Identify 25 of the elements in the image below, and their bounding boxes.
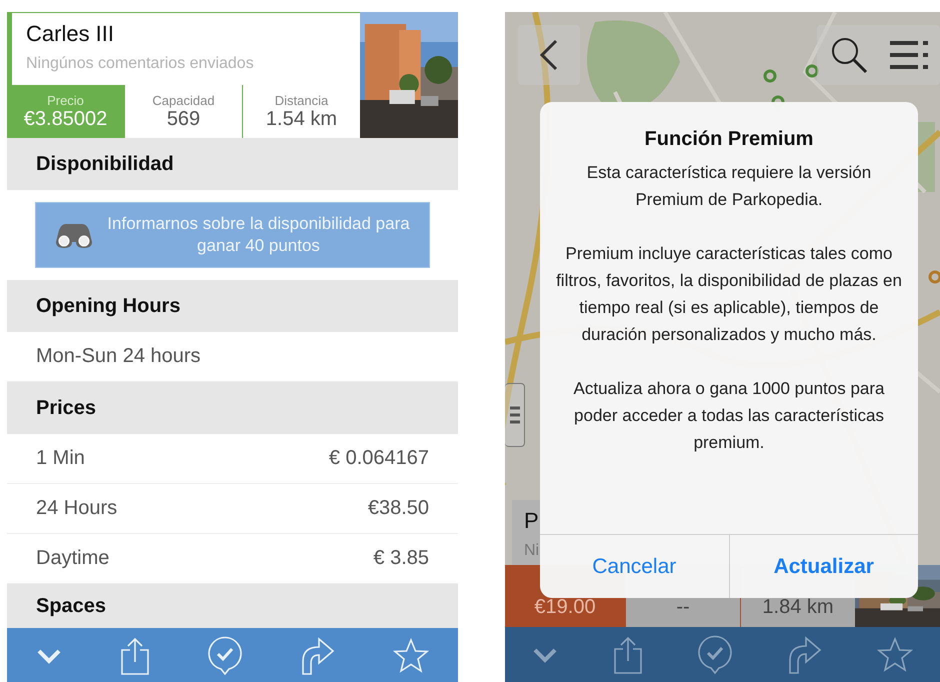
row-value: € 0.064167 — [328, 447, 429, 470]
row-value: € 3.85 — [373, 547, 429, 570]
turn-arrow-icon[interactable] — [788, 636, 822, 674]
row-value: €38.50 — [368, 497, 429, 520]
stat-label: Distancia — [274, 92, 328, 108]
row-label: Daytime — [36, 547, 110, 570]
comments-text: Ningúnos comentarios enviados — [26, 55, 255, 73]
share-icon[interactable] — [612, 636, 643, 674]
stat-value: 1.54 km — [266, 108, 338, 130]
row-label: Mon-Sun 24 hours — [36, 345, 201, 368]
stat-label: Precio — [47, 92, 84, 108]
check-bubble-icon[interactable] — [697, 634, 734, 674]
row-label: 1 Min — [36, 447, 85, 470]
parking-title: Carles III — [26, 21, 116, 47]
section-header: Disponibilidad — [7, 138, 458, 190]
section-header: Prices — [7, 382, 458, 434]
section-header: Opening Hours — [7, 280, 458, 332]
star-icon[interactable] — [876, 636, 913, 672]
stat-value: €3.85002 — [24, 108, 108, 130]
report-availability-button[interactable]: Informarnos sobre la disponibilidad para ganar 40 puntos — [35, 202, 430, 268]
stat-value: 569 — [166, 108, 200, 130]
row-label: 24 Hours — [36, 497, 118, 520]
section-header: Spaces — [7, 584, 458, 628]
chevron-down-icon[interactable] — [532, 646, 558, 662]
stat-label: Capacidad — [152, 92, 215, 108]
